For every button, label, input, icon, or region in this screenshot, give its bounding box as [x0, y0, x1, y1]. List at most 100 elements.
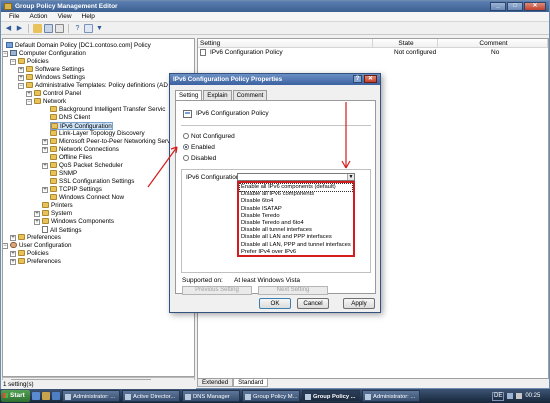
minimize-button[interactable]: _ — [490, 2, 506, 11]
tab-comment[interactable]: Comment — [232, 90, 268, 100]
tree-node[interactable]: TCPIP Settings — [50, 186, 102, 194]
export-list-icon[interactable] — [55, 24, 64, 33]
column-header-comment[interactable]: Comment — [438, 39, 548, 48]
table-row[interactable]: IPv6 Configuration Policy Not configured… — [198, 49, 548, 57]
tree-node[interactable]: SSL Configuration Settings — [50, 178, 134, 186]
dropdown-option[interactable]: Disable Teredo — [240, 213, 352, 220]
dropdown-option[interactable]: Disable all IPv6 components — [240, 191, 352, 198]
dropdown-option[interactable]: Disable all tunnel interfaces — [240, 227, 352, 234]
menu-help[interactable]: Help — [77, 12, 100, 21]
tree-node[interactable]: Link-Layer Topology Discovery — [50, 130, 145, 138]
collapse-icon[interactable]: − — [3, 243, 8, 249]
tree-node[interactable]: Windows Settings — [26, 74, 85, 82]
tree-node[interactable]: Network Connections — [50, 146, 119, 154]
collapse-icon[interactable]: − — [18, 83, 24, 89]
tree-node[interactable]: Administrative Templates: Policy definit… — [26, 82, 168, 90]
dialog-help-button[interactable]: ? — [353, 75, 362, 83]
filter-icon[interactable]: ▼ — [95, 24, 104, 33]
collapse-icon[interactable]: − — [26, 99, 32, 105]
expand-icon[interactable]: + — [10, 259, 16, 265]
dropdown-option[interactable]: Disable Teredo and 6to4 — [240, 220, 352, 227]
expand-icon[interactable]: + — [10, 251, 16, 257]
expand-icon[interactable]: + — [42, 187, 48, 193]
taskbar-button[interactable]: Group Policy M... — [242, 390, 300, 402]
tree-node[interactable]: DNS Client — [50, 114, 90, 122]
tree-node[interactable]: Printers — [42, 202, 73, 210]
tree-node[interactable]: IPv6 Configuration — [50, 122, 113, 130]
tree-node[interactable]: QoS Packet Scheduler — [50, 162, 123, 170]
dropdown-option[interactable]: Disable ISATAP — [240, 206, 352, 213]
clock[interactable]: 00:25 — [525, 393, 540, 399]
menu-view[interactable]: View — [53, 12, 77, 21]
taskbar-button[interactable]: Administrator: ... — [362, 390, 420, 402]
expand-icon[interactable]: + — [26, 91, 32, 97]
up-folder-icon[interactable] — [33, 24, 42, 33]
tree-node[interactable]: Network — [34, 98, 66, 106]
dropdown-option[interactable]: Disable 6to4 — [240, 198, 352, 205]
collapse-icon[interactable]: − — [3, 51, 8, 57]
next-setting-button[interactable]: Next Setting — [258, 286, 328, 295]
language-indicator[interactable]: DE — [492, 391, 505, 401]
dialog-close-button[interactable]: ✕ — [364, 75, 377, 83]
tree-node[interactable]: Software Settings — [26, 66, 84, 74]
tree-node[interactable]: SNMP — [50, 170, 77, 178]
tree-node[interactable]: Computer Configuration — [10, 50, 86, 58]
tree-node[interactable]: User Configuration — [10, 242, 72, 250]
back-arrow-icon[interactable]: ◀ — [4, 24, 13, 33]
help-icon[interactable]: ? — [73, 24, 82, 33]
tree-node[interactable]: Preferences — [18, 258, 61, 266]
apply-button[interactable]: Apply — [343, 298, 375, 309]
tree-node[interactable]: Default Domain Policy [DC1.contoso.com] … — [6, 42, 151, 50]
tree-node[interactable]: All Settings — [42, 226, 82, 234]
tree-node[interactable]: Policies — [18, 58, 49, 66]
show-desktop-icon[interactable] — [32, 392, 40, 400]
tab-standard[interactable]: Standard — [233, 379, 269, 387]
tab-explain[interactable]: Explain — [203, 90, 232, 100]
tree-node[interactable]: Policies — [18, 250, 49, 258]
radio-not-configured[interactable]: Not Configured — [183, 133, 235, 141]
tab-extended[interactable]: Extended — [197, 379, 234, 387]
taskbar-button[interactable]: Group Policy ... — [302, 390, 360, 402]
expand-icon[interactable]: + — [42, 139, 48, 145]
expand-icon[interactable]: + — [10, 235, 16, 241]
taskbar-button[interactable]: Administrator: ... — [62, 390, 120, 402]
dropdown-option[interactable]: Enable all IPv6 components (default) — [239, 182, 353, 193]
expand-icon[interactable]: + — [42, 147, 48, 153]
expand-icon[interactable]: + — [34, 211, 40, 217]
ipv6-configuration-dropdown[interactable]: ▼ — [237, 173, 355, 181]
column-header-setting[interactable]: Setting — [198, 39, 373, 48]
tree-node[interactable]: Windows Connect Now — [50, 194, 124, 202]
tree-node[interactable]: Background Intelligent Transfer Servic — [50, 106, 165, 114]
expand-icon[interactable]: + — [42, 163, 48, 169]
show-hide-tree-icon[interactable] — [44, 24, 53, 33]
tree-node[interactable]: Offline Files — [50, 154, 92, 162]
collapse-icon[interactable]: − — [10, 59, 16, 65]
volume-icon[interactable] — [516, 393, 523, 399]
column-header-state[interactable]: State — [373, 39, 438, 48]
maximize-button[interactable]: □ — [507, 2, 523, 11]
ok-button[interactable]: OK — [259, 298, 291, 309]
expand-icon[interactable]: + — [18, 75, 24, 81]
tree-node[interactable]: Microsoft Peer-to-Peer Networking Serv — [50, 138, 170, 146]
tree-node[interactable]: System — [42, 210, 72, 218]
properties-icon[interactable] — [84, 24, 93, 33]
cancel-button[interactable]: Cancel — [297, 298, 329, 309]
menu-file[interactable]: File — [4, 12, 24, 21]
server-manager-icon[interactable] — [52, 392, 60, 400]
expand-icon[interactable]: + — [34, 219, 40, 225]
chevron-down-icon[interactable]: ▼ — [347, 174, 354, 180]
dropdown-option[interactable]: Disable all LAN and PPP interfaces — [240, 234, 352, 241]
radio-disabled[interactable]: Disabled — [183, 155, 216, 163]
menu-action[interactable]: Action — [24, 12, 52, 21]
expand-icon[interactable]: + — [18, 67, 24, 73]
taskbar-button[interactable]: Active Director... — [122, 390, 180, 402]
tree-node[interactable]: Control Panel — [34, 90, 81, 98]
taskbar-button[interactable]: DNS Manager — [182, 390, 240, 402]
dropdown-option[interactable]: Disable all LAN, PPP and tunnel interfac… — [240, 242, 352, 249]
dropdown-option[interactable]: Prefer IPv4 over IPv6 — [240, 249, 352, 256]
explorer-icon[interactable] — [42, 392, 50, 400]
forward-arrow-icon[interactable]: ▶ — [15, 24, 24, 33]
radio-enabled[interactable]: Enabled — [183, 144, 215, 152]
start-button[interactable]: Start — [1, 390, 30, 402]
previous-setting-button[interactable]: Previous Setting — [182, 286, 252, 295]
